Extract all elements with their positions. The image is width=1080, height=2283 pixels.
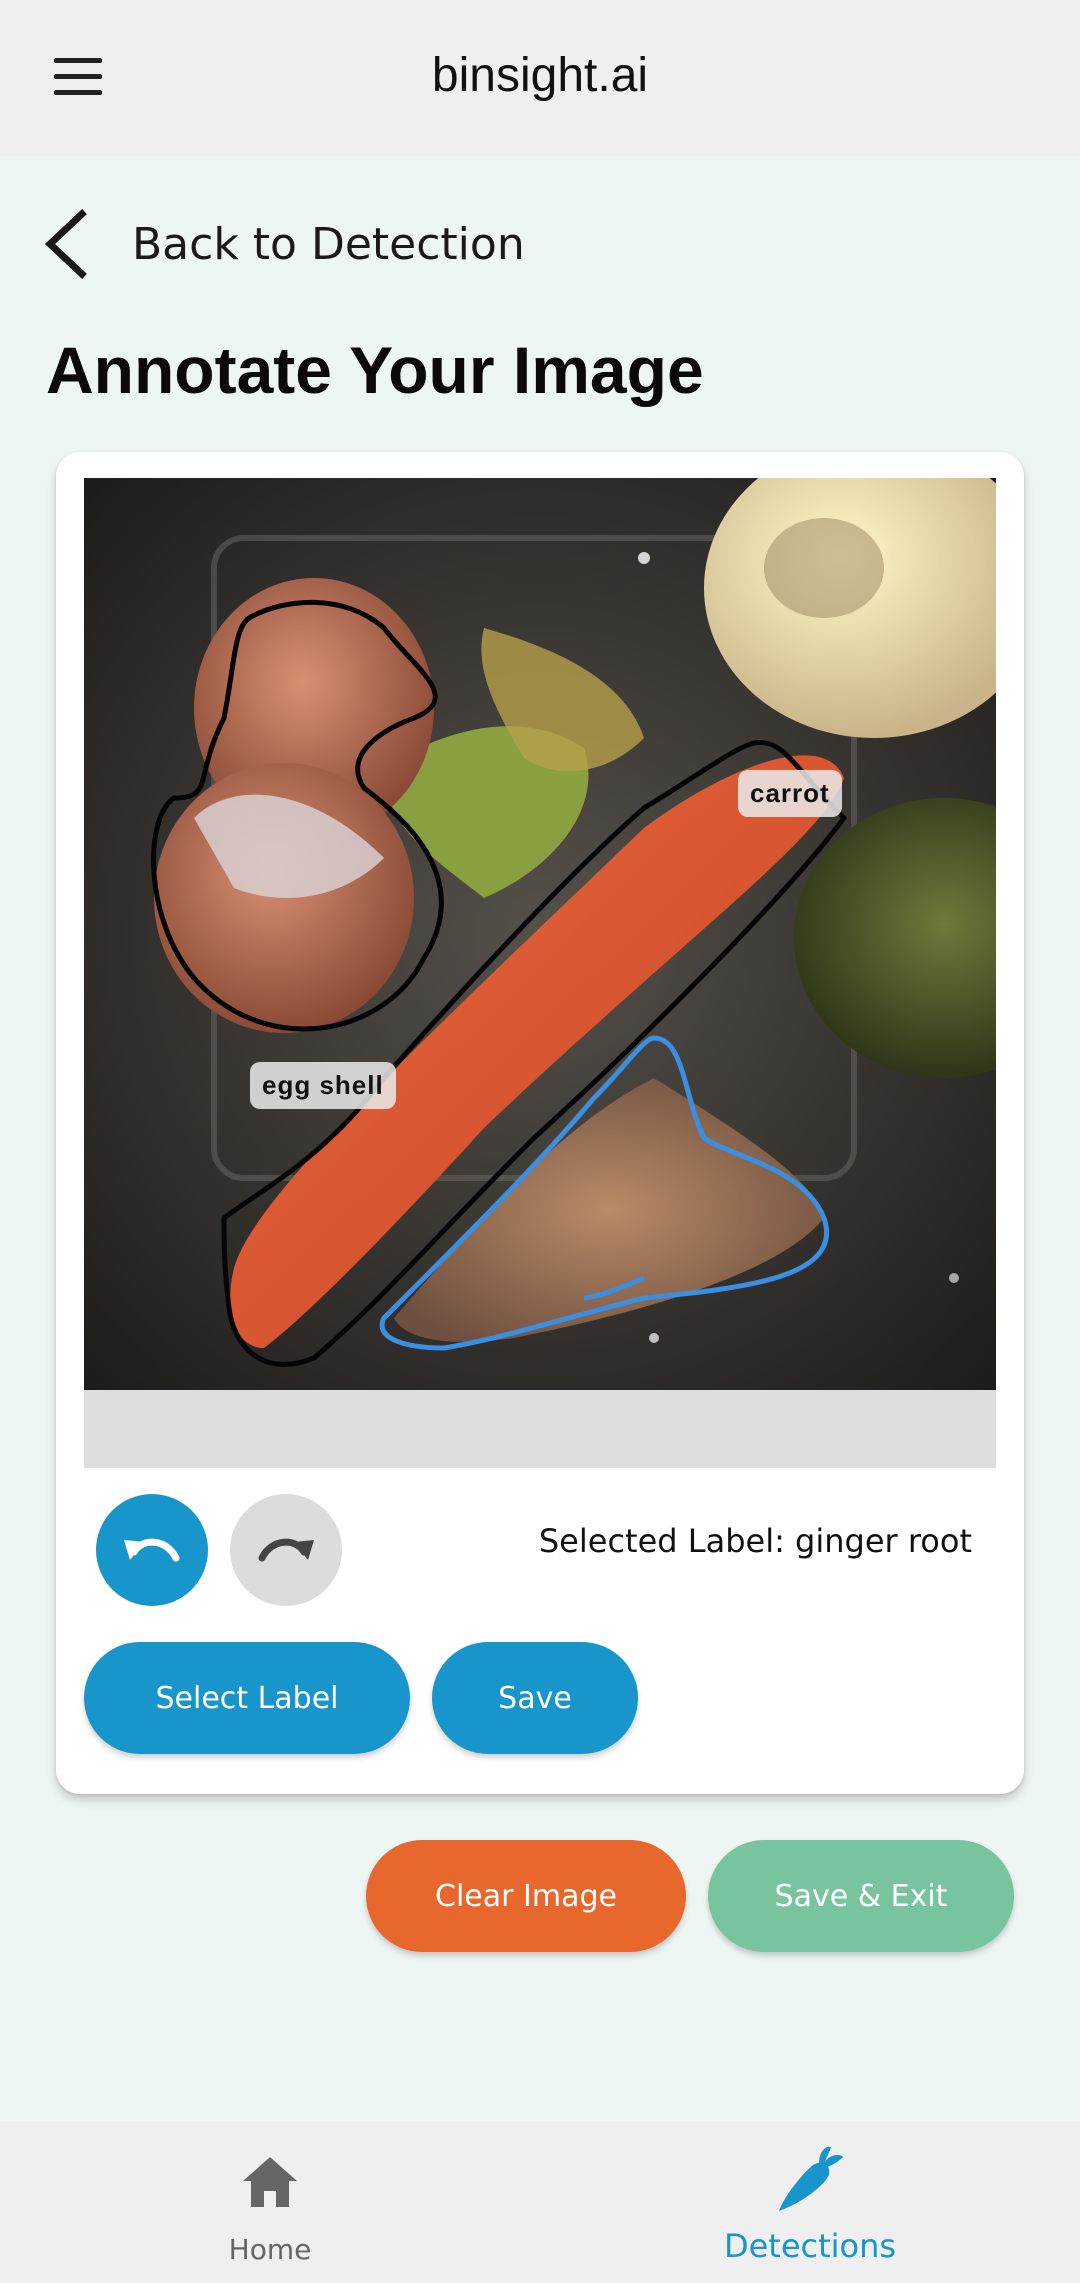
- undo-button[interactable]: [96, 1494, 208, 1606]
- page-title: Annotate Your Image: [46, 333, 704, 407]
- redo-button[interactable]: [230, 1494, 342, 1606]
- nav-home-label: Home: [228, 2233, 312, 2266]
- home-icon: [243, 2157, 297, 2207]
- chevron-left-icon: [44, 209, 87, 279]
- annotation-tag-egg-shell: egg shell: [250, 1062, 396, 1109]
- save-and-exit-button[interactable]: Save & Exit: [708, 1840, 1014, 1952]
- select-label-button[interactable]: Select Label: [84, 1642, 410, 1754]
- undo-icon: [124, 1538, 180, 1562]
- bottom-navigation: Home Detections: [0, 2121, 1080, 2283]
- annotation-tag-carrot: carrot: [738, 770, 842, 817]
- carrot-icon: [779, 2146, 843, 2211]
- back-to-detection-link[interactable]: Back to Detection: [40, 204, 525, 284]
- clear-image-button[interactable]: Clear Image: [366, 1840, 686, 1952]
- app-root: binsight.ai Back to Detection Annotate Y…: [0, 0, 1080, 2283]
- nav-item-home[interactable]: Home: [0, 2121, 540, 2283]
- save-button[interactable]: Save: [432, 1642, 638, 1754]
- selected-label-text: Selected Label: ginger root: [538, 1522, 972, 1560]
- back-link-label: Back to Detection: [132, 218, 525, 270]
- app-title: binsight.ai: [431, 49, 649, 102]
- annotation-card: carrot egg shell Selected Label: ginger …: [56, 452, 1024, 1794]
- nav-item-detections[interactable]: Detections: [540, 2121, 1080, 2283]
- redo-icon: [258, 1538, 314, 1562]
- nav-detections-label: Detections: [723, 2227, 897, 2265]
- top-app-bar: binsight.ai: [0, 0, 1080, 156]
- food-waste-photo[interactable]: [84, 478, 996, 1390]
- annotation-canvas[interactable]: carrot egg shell: [84, 478, 996, 1468]
